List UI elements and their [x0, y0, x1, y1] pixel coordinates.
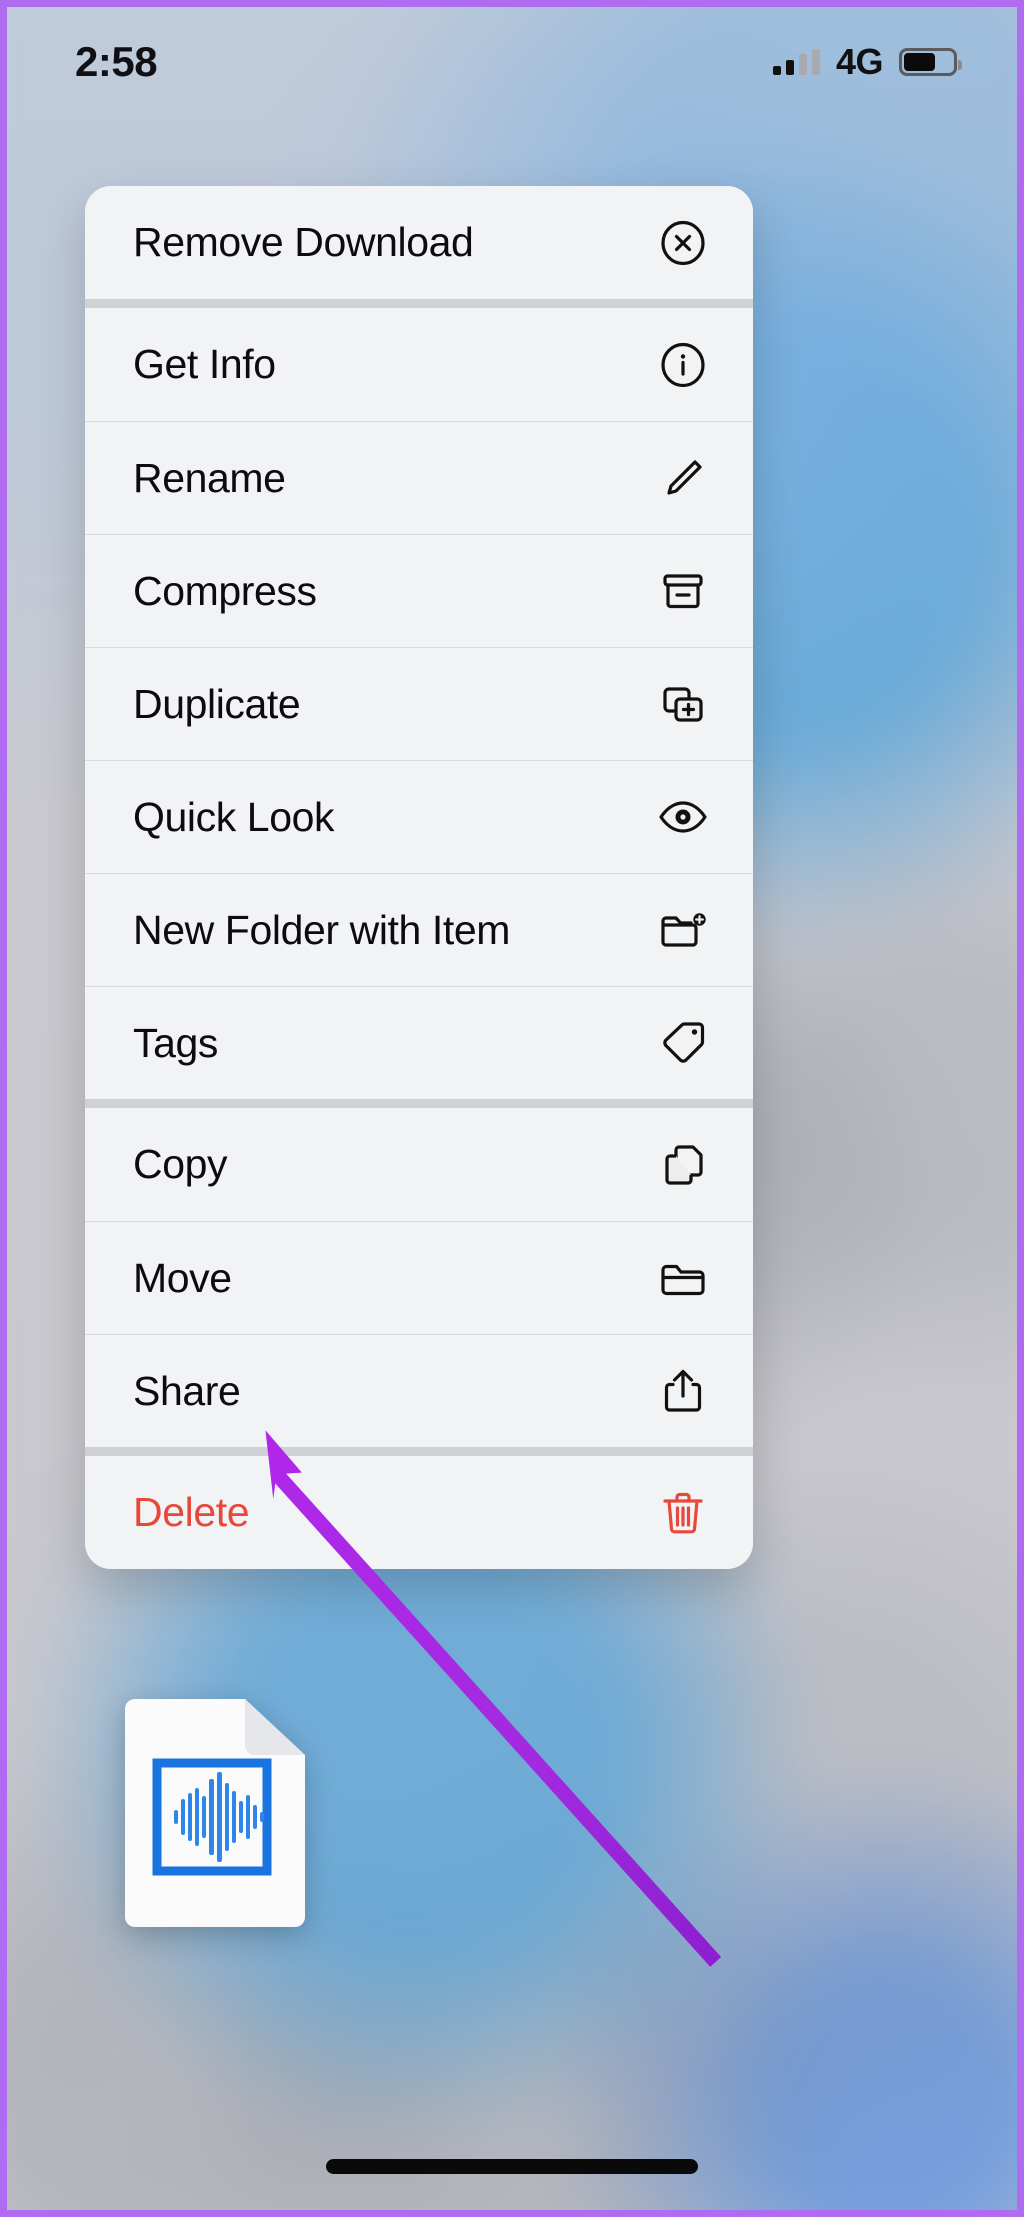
menu-item-label: Move: [133, 1254, 232, 1301]
menu-item-get-info[interactable]: Get Info: [85, 308, 753, 421]
copy-documents-icon: [657, 1139, 709, 1191]
menu-item-compress[interactable]: Compress: [85, 534, 753, 647]
menu-item-label: Remove Download: [133, 219, 474, 265]
menu-item-label: Rename: [133, 454, 286, 501]
phone-screen: 2:58 4G Remove Download Get Info Rename …: [0, 0, 1024, 2217]
audio-waveform-document-icon: [119, 1693, 311, 1933]
menu-item-label: New Folder with Item: [133, 906, 511, 953]
info-circle-icon: [657, 339, 709, 391]
menu-item-label: Copy: [133, 1141, 228, 1187]
menu-item-label: Tags: [133, 1019, 219, 1066]
status-bar-indicators: 4G: [772, 41, 962, 83]
home-indicator[interactable]: [326, 2159, 698, 2174]
menu-item-quick-look[interactable]: Quick Look: [85, 760, 753, 873]
menu-item-label: Share: [133, 1367, 241, 1414]
menu-item-copy[interactable]: Copy: [85, 1108, 753, 1221]
file-context-menu[interactable]: Remove Download Get Info Rename Compress…: [85, 186, 753, 1569]
menu-item-label: Duplicate: [133, 680, 301, 727]
battery-fill: [904, 53, 936, 71]
menu-item-label: Get Info: [133, 341, 276, 387]
tag-icon: [657, 1017, 709, 1069]
menu-item-share[interactable]: Share: [85, 1334, 753, 1447]
pencil-icon: [657, 452, 709, 504]
menu-item-rename[interactable]: Rename: [85, 421, 753, 534]
trash-icon: [657, 1487, 709, 1539]
status-bar-clock: 2:58: [75, 38, 158, 85]
signal-bars-icon: [772, 49, 820, 75]
menu-item-duplicate[interactable]: Duplicate: [85, 647, 753, 760]
status-bar: 2:58 4G: [7, 7, 1017, 117]
duplicate-icon: [657, 678, 709, 730]
folder-plus-icon: [657, 904, 709, 956]
menu-item-label: Delete: [133, 1489, 250, 1535]
menu-group-delete: Delete: [85, 1447, 753, 1569]
menu-item-move[interactable]: Move: [85, 1221, 753, 1334]
menu-item-remove-download[interactable]: Remove Download: [85, 186, 753, 299]
menu-group-transfer: Copy Move Share: [85, 1099, 753, 1447]
folder-icon: [657, 1252, 709, 1304]
menu-item-new-folder-with-item[interactable]: New Folder with Item: [85, 873, 753, 986]
menu-item-delete[interactable]: Delete: [85, 1456, 753, 1569]
menu-item-tags[interactable]: Tags: [85, 986, 753, 1099]
battery-icon: [899, 48, 962, 76]
network-type-label: 4G: [835, 41, 884, 82]
archive-box-icon: [657, 565, 709, 617]
menu-group-download: Remove Download: [85, 186, 753, 299]
menu-group-file-actions: Get Info Rename Compress Duplicate Quick…: [85, 299, 753, 1099]
audio-file-tile[interactable]: [119, 1693, 311, 1933]
share-icon: [657, 1365, 709, 1417]
menu-item-label: Compress: [133, 567, 317, 614]
menu-item-label: Quick Look: [133, 793, 335, 840]
x-circle-icon: [657, 217, 709, 269]
eye-icon: [657, 791, 709, 843]
